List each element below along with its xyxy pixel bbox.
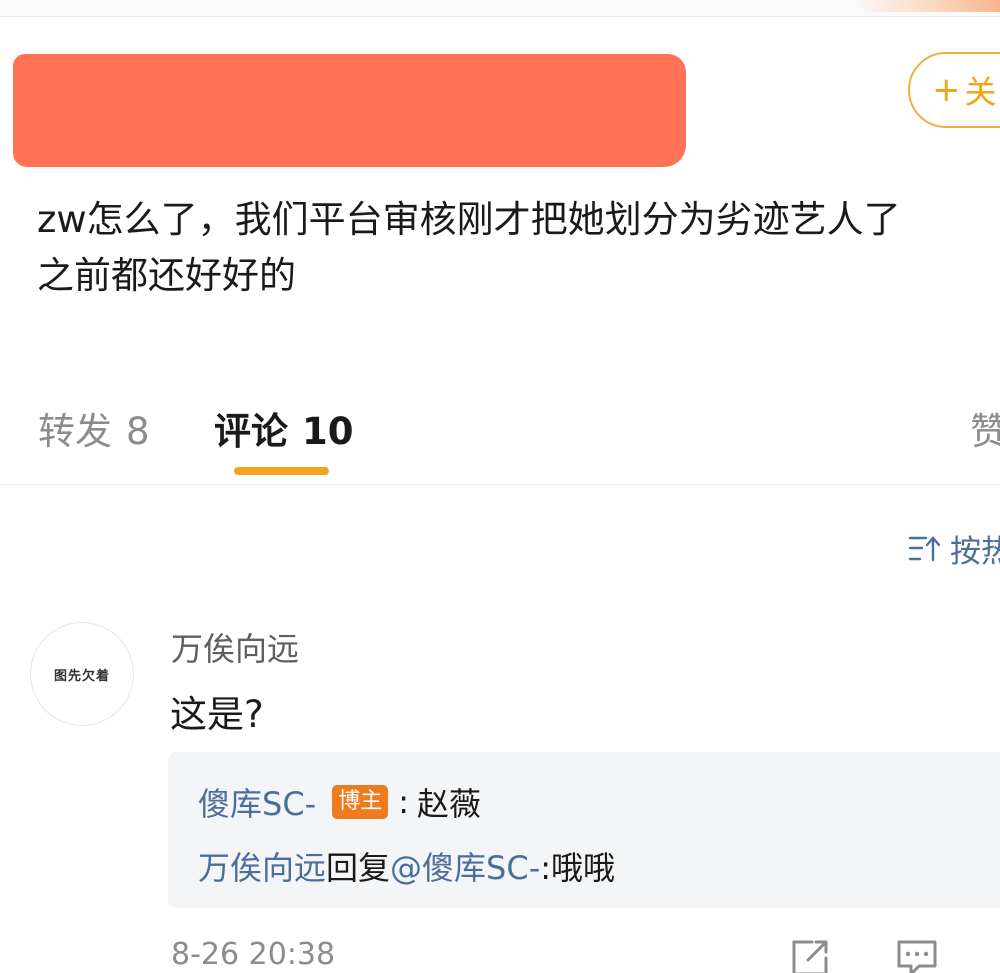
post-tabs: 转发 8 评论 10 赞 — [0, 398, 1000, 485]
reply-action: 回复 — [326, 849, 391, 887]
tab-count: 8 — [126, 410, 150, 453]
comment-author[interactable]: 万俟向远 — [171, 624, 299, 670]
plus-icon: + — [932, 70, 961, 110]
reply-author[interactable]: 傻库SC- — [198, 779, 316, 825]
reply-author[interactable]: 万俟向远 — [198, 843, 326, 889]
reply-thread[interactable]: 傻库SC- 博主 : 赵薇 万俟向远 回复 @傻库SC- :哦哦 — [168, 752, 1000, 908]
weibo-post-page: + 关 zw怎么了，我们平台审核刚才把她划分为劣迹艺人了 之前都还好好的 转发 8… — [0, 0, 1000, 973]
sort-button[interactable]: 按热 — [908, 526, 1000, 571]
post-text-line: 之前都还好好的 — [37, 254, 296, 297]
reply-text: 赵薇 — [417, 785, 482, 823]
tab-comments[interactable]: 评论 10 — [214, 401, 354, 455]
reply-text: :哦哦 — [540, 849, 616, 887]
share-icon[interactable] — [790, 938, 830, 973]
top-decoration — [850, 0, 1000, 12]
tab-count: 10 — [302, 410, 354, 453]
reply-mention[interactable]: @傻库SC- — [390, 843, 540, 889]
sort-icon — [908, 535, 941, 561]
post-text-line: zw怎么了，我们平台审核刚才把她划分为劣迹艺人了 — [37, 198, 901, 241]
author-badge: 博主 — [332, 785, 389, 819]
active-tab-indicator — [234, 467, 329, 475]
tab-label: 评论 — [214, 410, 288, 453]
tab-label: 赞 — [970, 410, 1000, 453]
post-text: zw怎么了，我们平台审核刚才把她划分为劣迹艺人了 之前都还好好的 — [37, 192, 1000, 304]
reply-item: 傻库SC- 博主 : 赵薇 — [198, 779, 481, 825]
follow-button[interactable]: + 关 — [908, 52, 1000, 128]
tab-reposts[interactable]: 转发 8 — [38, 401, 150, 455]
comment-timestamp: 8-26 20:38 — [171, 937, 336, 972]
avatar[interactable]: 图先欠着 — [30, 622, 134, 726]
tab-likes[interactable]: 赞 — [970, 401, 1000, 455]
reply-icon[interactable] — [895, 938, 939, 973]
follow-label: 关 — [964, 73, 997, 111]
tab-label: 转发 — [38, 410, 112, 453]
sort-label: 按热 — [950, 534, 1000, 570]
avatar-text: 图先欠着 — [53, 668, 110, 684]
reply-separator: : — [398, 783, 410, 821]
reply-item: 万俟向远 回复 @傻库SC- :哦哦 — [198, 843, 615, 889]
redacted-user-info — [13, 54, 686, 167]
comment-text: 这是? — [170, 693, 264, 736]
top-strip — [0, 0, 1000, 17]
